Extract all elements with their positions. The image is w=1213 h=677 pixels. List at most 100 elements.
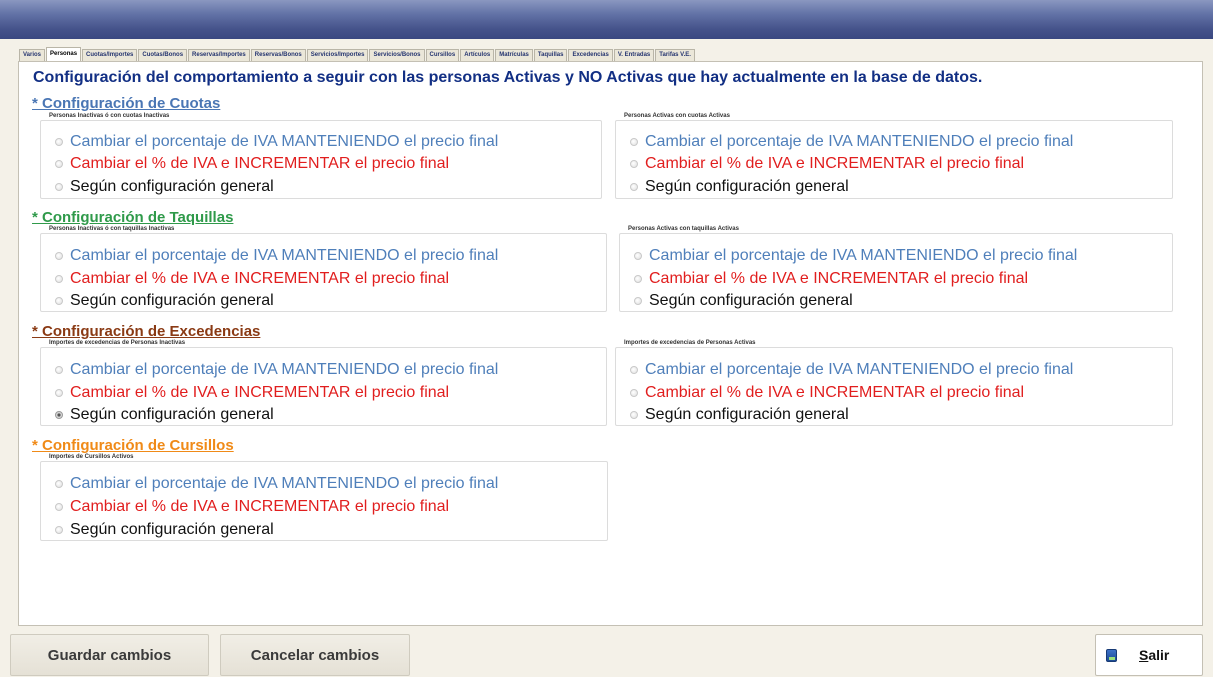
- tab-reservas-importes[interactable]: Reservas/Importes: [188, 49, 250, 61]
- option-keep-price[interactable]: Cambiar el porcentaje de IVA MANTENIENDO…: [55, 474, 498, 494]
- personas-panel: Configuración del comportamiento a segui…: [18, 61, 1203, 626]
- option-label: Según configuración general: [645, 178, 849, 195]
- tab-servicios-bonos[interactable]: Servicios/Bonos: [369, 49, 425, 61]
- radio-button[interactable]: [634, 252, 642, 260]
- option-keep-price[interactable]: Cambiar el porcentaje de IVA MANTENIENDO…: [55, 360, 498, 380]
- option-label: Cambiar el porcentaje de IVA MANTENIENDO…: [70, 133, 499, 150]
- excedencias-active-group: Importes de excedencias de Personas Acti…: [615, 340, 1173, 426]
- option-general-config[interactable]: Según configuración general: [630, 405, 849, 425]
- option-keep-price[interactable]: Cambiar el porcentaje de IVA MANTENIENDO…: [630, 132, 1073, 152]
- option-label: Cambiar el % de IVA e INCREMENTAR el pre…: [645, 155, 1025, 172]
- option-label: Según configuración general: [645, 406, 849, 423]
- radio-button[interactable]: [630, 411, 638, 419]
- radio-button-selected[interactable]: [55, 411, 63, 419]
- radio-button[interactable]: [55, 160, 63, 168]
- radio-button[interactable]: [630, 366, 638, 374]
- section-title-cursillos: * Configuración de Cursillos: [32, 437, 234, 454]
- radio-button[interactable]: [634, 297, 642, 305]
- cursillos-group: Importes de Cursillos Activos Cambiar el…: [40, 454, 608, 541]
- radio-button[interactable]: [634, 275, 642, 283]
- radio-button[interactable]: [630, 389, 638, 397]
- option-label: Cambiar el porcentaje de IVA MANTENIENDO…: [70, 361, 499, 378]
- radio-button[interactable]: [630, 138, 638, 146]
- page-title: Configuración del comportamiento a segui…: [33, 69, 983, 86]
- tab-servicios-importes[interactable]: Servicios/Importes: [306, 49, 369, 61]
- taquillas-inactive-group: Personas Inactivas ó con taquillas Inact…: [40, 226, 607, 312]
- exit-button[interactable]: Salir: [1095, 634, 1203, 676]
- radio-button[interactable]: [55, 252, 63, 260]
- group-caption: Personas Inactivas ó con taquillas Inact…: [47, 226, 177, 232]
- option-label: Según configuración general: [70, 406, 274, 423]
- option-increase-price[interactable]: Cambiar el % de IVA e INCREMENTAR el pre…: [55, 269, 449, 289]
- save-button[interactable]: Guardar cambios: [10, 634, 209, 676]
- option-label: Cambiar el porcentaje de IVA MANTENIENDO…: [70, 247, 499, 264]
- radio-button[interactable]: [55, 526, 63, 534]
- tab-excedencias[interactable]: Excedencias: [568, 49, 613, 61]
- tab-v-entradas[interactable]: V. Entradas: [613, 49, 655, 61]
- option-label: Según configuración general: [70, 178, 274, 195]
- group-caption: Importes de Cursillos Activos: [47, 454, 136, 460]
- option-keep-price[interactable]: Cambiar el porcentaje de IVA MANTENIENDO…: [55, 246, 498, 266]
- option-increase-price[interactable]: Cambiar el % de IVA e INCREMENTAR el pre…: [55, 497, 449, 517]
- group-caption: Personas Activas con cuotas Activas: [622, 113, 732, 119]
- cuotas-active-group: Personas Activas con cuotas Activas Camb…: [615, 113, 1173, 199]
- tab-personas[interactable]: Personas: [46, 47, 82, 61]
- radio-button[interactable]: [55, 366, 63, 374]
- group-caption: Personas Activas con taquillas Activas: [626, 226, 741, 232]
- cancel-button[interactable]: Cancelar cambios: [220, 634, 410, 676]
- option-general-config[interactable]: Según configuración general: [55, 177, 274, 197]
- section-title-taquillas: * Configuración de Taquillas: [32, 209, 234, 226]
- option-label: Según configuración general: [70, 521, 274, 538]
- option-increase-price[interactable]: Cambiar el % de IVA e INCREMENTAR el pre…: [634, 269, 1028, 289]
- radio-button[interactable]: [55, 297, 63, 305]
- tab-artículos[interactable]: Artículos: [460, 49, 495, 61]
- option-label: Cambiar el % de IVA e INCREMENTAR el pre…: [645, 384, 1025, 401]
- option-keep-price[interactable]: Cambiar el porcentaje de IVA MANTENIENDO…: [630, 360, 1073, 380]
- option-label: Cambiar el % de IVA e INCREMENTAR el pre…: [70, 270, 450, 287]
- option-increase-price[interactable]: Cambiar el % de IVA e INCREMENTAR el pre…: [55, 383, 449, 403]
- exit-door-icon: [1106, 648, 1117, 662]
- radio-button[interactable]: [55, 275, 63, 283]
- tab-cuotas-bonos[interactable]: Cuotas/Bonos: [138, 49, 188, 61]
- tab-cursillos[interactable]: Cursillos: [425, 49, 460, 61]
- option-increase-price[interactable]: Cambiar el % de IVA e INCREMENTAR el pre…: [630, 154, 1024, 174]
- option-increase-price[interactable]: Cambiar el % de IVA e INCREMENTAR el pre…: [630, 383, 1024, 403]
- radio-button[interactable]: [55, 480, 63, 488]
- excedencias-inactive-group: Importes de excedencias de Personas Inac…: [40, 340, 607, 426]
- radio-button[interactable]: [55, 389, 63, 397]
- option-label: Cambiar el % de IVA e INCREMENTAR el pre…: [70, 155, 450, 172]
- option-general-config[interactable]: Según configuración general: [55, 520, 274, 540]
- option-keep-price[interactable]: Cambiar el porcentaje de IVA MANTENIENDO…: [634, 246, 1077, 266]
- radio-button[interactable]: [630, 160, 638, 168]
- option-label: Cambiar el % de IVA e INCREMENTAR el pre…: [70, 498, 450, 515]
- tab-matrículas[interactable]: Matrículas: [495, 49, 533, 61]
- radio-button[interactable]: [630, 183, 638, 191]
- group-caption: Importes de excedencias de Personas Acti…: [622, 340, 758, 346]
- option-label: Cambiar el porcentaje de IVA MANTENIENDO…: [645, 133, 1074, 150]
- window-title-bar: [0, 0, 1213, 39]
- option-general-config[interactable]: Según configuración general: [55, 291, 274, 311]
- section-title-cuotas: * Configuración de Cuotas: [32, 95, 221, 112]
- taquillas-active-group: Personas Activas con taquillas Activas C…: [619, 226, 1173, 312]
- tab-reservas-bonos[interactable]: Reservas/Bonos: [250, 49, 306, 61]
- tab-taquillas[interactable]: Taquillas: [533, 49, 568, 61]
- option-increase-price[interactable]: Cambiar el % de IVA e INCREMENTAR el pre…: [55, 154, 449, 174]
- radio-button[interactable]: [55, 503, 63, 511]
- group-caption: Importes de excedencias de Personas Inac…: [47, 340, 188, 346]
- cuotas-inactive-group: Personas Inactivas ó con cuotas Inactiva…: [40, 113, 602, 199]
- option-keep-price[interactable]: Cambiar el porcentaje de IVA MANTENIENDO…: [55, 132, 498, 152]
- option-label: Cambiar el porcentaje de IVA MANTENIENDO…: [649, 247, 1078, 264]
- tab-tarifas-v-e-[interactable]: Tarifas V.E.: [655, 49, 695, 61]
- group-caption: Personas Inactivas ó con cuotas Inactiva…: [47, 113, 172, 119]
- option-label: Cambiar el porcentaje de IVA MANTENIENDO…: [645, 361, 1074, 378]
- option-general-config[interactable]: Según configuración general: [630, 177, 849, 197]
- option-general-config[interactable]: Según configuración general: [634, 291, 853, 311]
- radio-button[interactable]: [55, 183, 63, 191]
- tab-cuotas-importes[interactable]: Cuotas/Importes: [82, 49, 138, 61]
- option-label: Según configuración general: [649, 292, 853, 309]
- option-general-config[interactable]: Según configuración general: [55, 405, 274, 425]
- tab-varios[interactable]: Varios: [19, 49, 46, 61]
- section-title-excedencias: * Configuración de Excedencias: [32, 323, 261, 340]
- radio-button[interactable]: [55, 138, 63, 146]
- option-label: Cambiar el % de IVA e INCREMENTAR el pre…: [70, 384, 450, 401]
